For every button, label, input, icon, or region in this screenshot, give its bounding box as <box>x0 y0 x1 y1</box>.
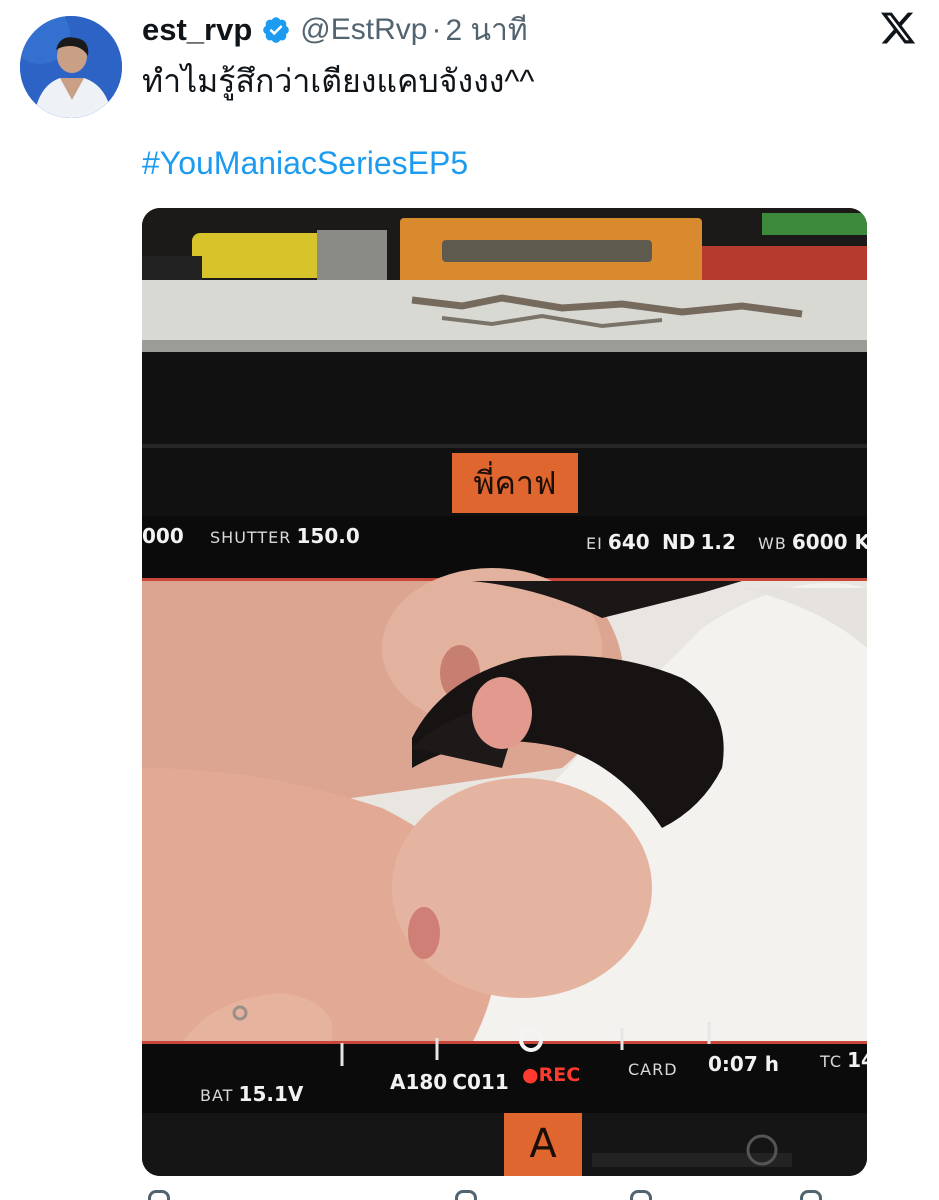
post-author-row: est_rvp @EstRvp · 2 นาที <box>142 8 528 52</box>
tape-label-bottom: A <box>504 1113 582 1176</box>
post-photo[interactable]: พี่คาฟ A 000 SHUTTER 150.0 EI 640 ND 1.2… <box>142 208 867 1176</box>
hud-timecode: TC 14 <box>820 1048 867 1072</box>
hud-card-value: 0:07 h <box>708 1052 779 1076</box>
hud-clip: C011 <box>452 1070 509 1094</box>
photo-scene <box>142 208 867 1176</box>
hud-tc-value: 14 <box>847 1048 867 1072</box>
hud-wb-label: WB <box>758 534 787 553</box>
author-avatar[interactable] <box>20 16 122 118</box>
hud-shutter-label: SHUTTER <box>210 528 292 547</box>
hud-reel-clip: A180 C011 <box>390 1070 509 1094</box>
hud-rec: ●REC <box>522 1064 580 1086</box>
hud-nd: ND 1.2 <box>662 530 736 554</box>
hud-nd-label: ND <box>662 530 696 554</box>
hud-battery-label: BAT <box>200 1086 234 1105</box>
hud-rec-indicator: ●REC <box>522 1064 581 1086</box>
post-timestamp[interactable]: 2 นาที <box>445 7 527 54</box>
hud-card-label: CARD <box>628 1060 678 1079</box>
views-icon[interactable] <box>630 1190 652 1200</box>
hud-nd-value: 1.2 <box>700 530 736 554</box>
hud-tc-label: TC <box>820 1052 843 1071</box>
hud-card-time: 0:07 h <box>708 1052 779 1076</box>
hud-ei-value: 640 <box>607 530 650 554</box>
tape-label-top: พี่คาฟ <box>452 453 578 513</box>
hud-battery-value: 15.1V <box>238 1082 304 1106</box>
hud-wb-value: 6000 K <box>791 530 867 554</box>
post-text: ทำไมรู้สึกว่าเตียงแคบจังงง^^ <box>142 63 535 99</box>
hud-wb: WB 6000 K <box>758 530 867 554</box>
separator-dot: · <box>431 13 442 46</box>
hud-shutter: SHUTTER 150.0 <box>210 524 360 548</box>
hud-iso: 000 <box>142 524 184 548</box>
hud-battery: BAT 15.1V <box>200 1082 303 1106</box>
hud-reel: A180 <box>390 1070 448 1094</box>
hashtag-link[interactable]: #YouManiacSeriesEP5 <box>142 145 468 182</box>
hud-shutter-value: 150.0 <box>296 524 360 548</box>
avatar-image <box>20 16 122 118</box>
hud-iso-value: 000 <box>142 524 184 548</box>
hud-card: CARD <box>628 1060 678 1079</box>
reply-icon[interactable] <box>148 1190 170 1200</box>
hud-ei-label: EI <box>586 534 603 553</box>
x-logo-icon[interactable] <box>878 9 918 47</box>
action-bar <box>0 1190 939 1200</box>
verified-badge-icon <box>263 17 290 43</box>
bookmark-icon[interactable] <box>800 1190 822 1200</box>
like-icon[interactable] <box>455 1190 477 1200</box>
author-display-name[interactable]: est_rvp <box>142 12 252 48</box>
author-handle[interactable]: @EstRvp <box>300 13 427 47</box>
hud-ei: EI 640 <box>586 530 650 554</box>
